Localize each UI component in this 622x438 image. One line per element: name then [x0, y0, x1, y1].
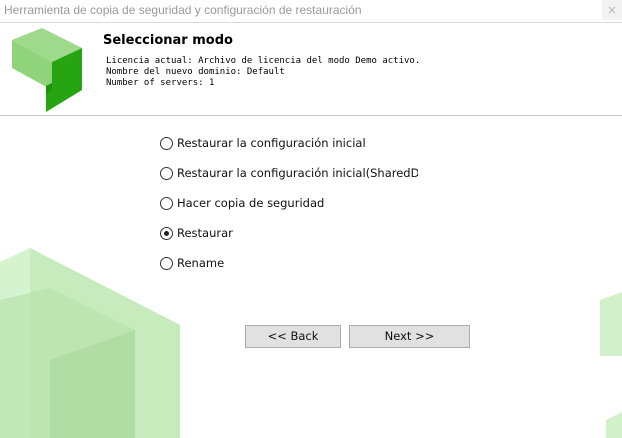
servers-info: Number of servers: 1	[106, 78, 215, 88]
option-label: Restaurar la configuración inicial(Share…	[177, 166, 418, 180]
radio-button[interactable]	[160, 137, 173, 150]
next-button[interactable]: Next >>	[349, 325, 470, 348]
license-info: Licencia actual: Archivo de licencia del…	[106, 56, 421, 66]
option-label: Restaurar	[177, 226, 233, 240]
radio-button[interactable]	[160, 257, 173, 270]
app-logo-icon	[12, 28, 82, 112]
radio-button[interactable]	[160, 167, 173, 180]
title-bar: Herramienta de copia de seguridad y conf…	[0, 0, 622, 23]
radio-button-selected[interactable]	[160, 227, 173, 240]
option-restore-initial-shareddb[interactable]: Restaurar la configuración inicial(Share…	[160, 166, 418, 182]
option-label: Hacer copia de seguridad	[177, 196, 325, 210]
page-title: Seleccionar modo	[103, 33, 233, 48]
option-label: Restaurar la configuración inicial	[177, 136, 366, 150]
back-button[interactable]: << Back	[245, 325, 341, 348]
option-label: Rename	[177, 256, 225, 270]
radio-button[interactable]	[160, 197, 173, 210]
domain-info: Nombre del nuevo dominio: Default	[106, 67, 285, 77]
wizard-header: Seleccionar modo Licencia actual: Archiv…	[0, 23, 622, 116]
close-button[interactable]: ×	[602, 0, 622, 20]
radio-dot	[164, 231, 169, 236]
window-title: Herramienta de copia de seguridad y conf…	[4, 3, 362, 17]
